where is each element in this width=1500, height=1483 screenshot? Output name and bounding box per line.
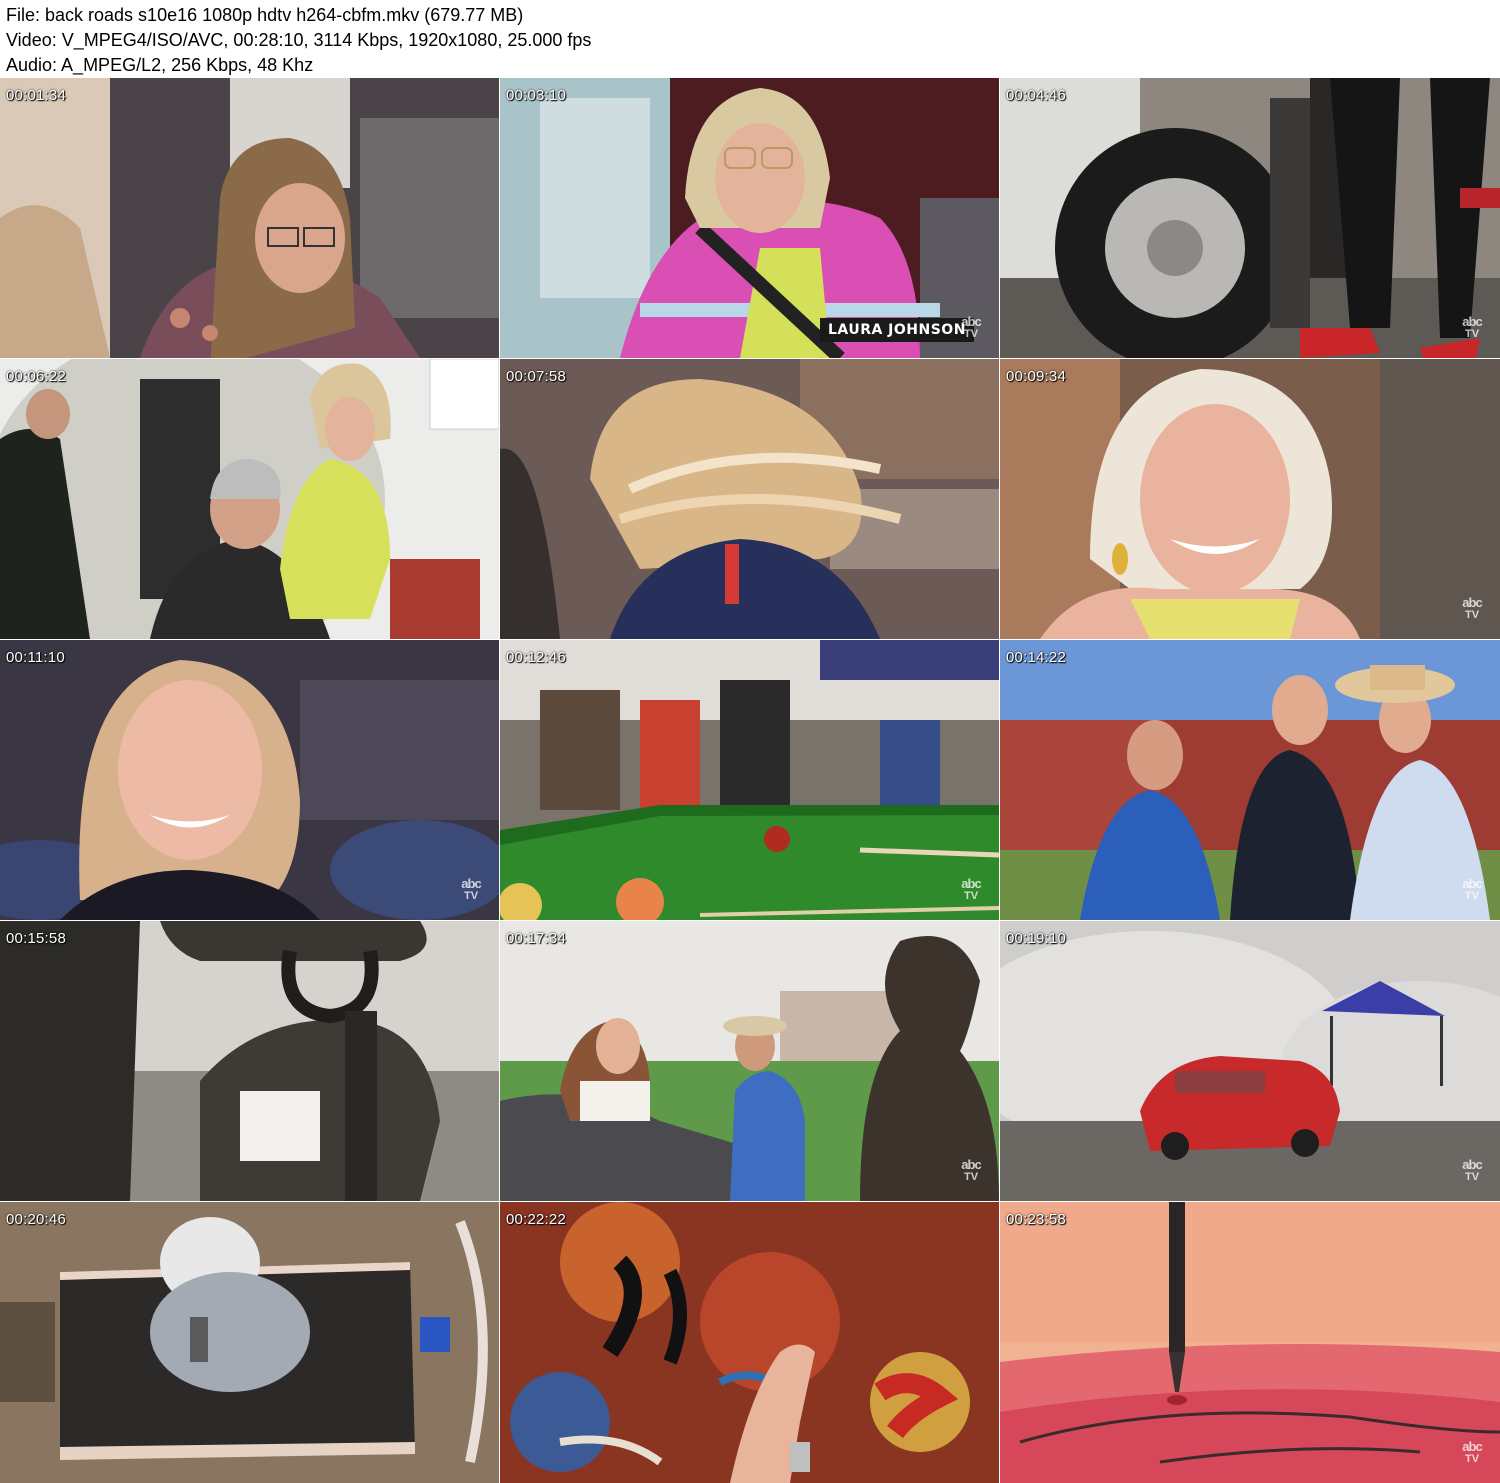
timestamp: 00:14:22 bbox=[1006, 649, 1066, 666]
scene-burnout-car bbox=[1000, 921, 1500, 1201]
scene-statue-horse bbox=[0, 921, 499, 1201]
timestamp: 00:04:46 bbox=[1006, 87, 1066, 104]
scene-smiling-woman bbox=[1000, 359, 1500, 639]
thumbnail-1[interactable]: 00:01:34 bbox=[0, 78, 499, 358]
thumbnail-8[interactable]: 00:12:46 abc TV bbox=[500, 640, 999, 920]
timestamp: 00:09:34 bbox=[1006, 368, 1066, 385]
scene-aerial-burnout-pad bbox=[0, 1202, 499, 1483]
scene-dot-painting bbox=[500, 1202, 999, 1483]
thumbnail-2[interactable]: 00:03:10 LAURA JOHNSON abc TV bbox=[500, 78, 999, 358]
scene-truck-wheel bbox=[1000, 78, 1500, 358]
abc-tv-logo: abc TV bbox=[461, 876, 481, 902]
thumbnail-3[interactable]: 00:04:46 abc TV bbox=[1000, 78, 1500, 358]
thumbnail-6[interactable]: 00:09:34 abc TV bbox=[1000, 359, 1500, 639]
thumbnail-12[interactable]: 00:19:10 abc TV bbox=[1000, 921, 1500, 1201]
scene-pool-table bbox=[500, 640, 999, 920]
scene-barber-mirror bbox=[0, 359, 499, 639]
video-info: Video: V_MPEG4/ISO/AVC, 00:28:10, 3114 K… bbox=[6, 30, 592, 50]
thumbnail-grid: 00:01:34 00:03:10 LAURA JOHNSON abc TV 0… bbox=[0, 78, 1500, 1483]
abc-tv-logo: abc TV bbox=[1462, 595, 1482, 621]
thumbnail-7[interactable]: 00:11:10 abc TV bbox=[0, 640, 499, 920]
scene-truck-driver bbox=[500, 78, 999, 358]
scene-pyrography-tip bbox=[1000, 1202, 1500, 1483]
thumbnail-9[interactable]: 00:14:22 abc TV bbox=[1000, 640, 1500, 920]
timestamp: 00:17:34 bbox=[506, 930, 566, 947]
timestamp: 00:12:46 bbox=[506, 649, 566, 666]
timestamp: 00:20:46 bbox=[6, 1211, 66, 1228]
timestamp: 00:01:34 bbox=[6, 87, 66, 104]
timestamp: 00:07:58 bbox=[506, 368, 566, 385]
scene-park-statue bbox=[500, 921, 999, 1201]
scene-salon-woman bbox=[0, 78, 499, 358]
scene-child-hair bbox=[500, 359, 999, 639]
thumbnail-15[interactable]: 00:23:58 abc TV bbox=[1000, 1202, 1500, 1483]
scene-three-people bbox=[1000, 640, 1500, 920]
thumbnail-5[interactable]: 00:07:58 bbox=[500, 359, 999, 639]
thumbnail-13[interactable]: 00:20:46 bbox=[0, 1202, 499, 1483]
audio-info: Audio: A_MPEG/L2, 256 Kbps, 48 Khz bbox=[6, 55, 314, 75]
timestamp: 00:19:10 bbox=[1006, 930, 1066, 947]
thumbnail-11[interactable]: 00:17:34 abc TV bbox=[500, 921, 999, 1201]
abc-tv-logo: abc TV bbox=[961, 876, 981, 902]
name-caption: LAURA JOHNSON bbox=[820, 318, 974, 342]
abc-tv-logo: abc TV bbox=[961, 1157, 981, 1183]
timestamp: 00:03:10 bbox=[506, 87, 566, 104]
file-info: File: back roads s10e16 1080p hdtv h264-… bbox=[6, 5, 524, 25]
thumbnail-14[interactable]: 00:22:22 bbox=[500, 1202, 999, 1483]
thumbnail-4[interactable]: 00:06:22 bbox=[0, 359, 499, 639]
abc-tv-logo: abc TV bbox=[1462, 1157, 1482, 1183]
timestamp: 00:11:10 bbox=[6, 649, 65, 666]
abc-tv-logo: abc TV bbox=[961, 314, 981, 340]
info-header: File: back roads s10e16 1080p hdtv h264-… bbox=[0, 0, 1500, 78]
abc-tv-logo: abc TV bbox=[1462, 1439, 1482, 1465]
timestamp: 00:22:22 bbox=[506, 1211, 566, 1228]
timestamp: 00:23:58 bbox=[1006, 1211, 1066, 1228]
timestamp: 00:06:22 bbox=[6, 368, 66, 385]
abc-tv-logo: abc TV bbox=[1462, 876, 1482, 902]
thumbnail-10[interactable]: 00:15:58 bbox=[0, 921, 499, 1201]
scene-interview-woman bbox=[0, 640, 499, 920]
abc-tv-logo: abc TV bbox=[1462, 314, 1482, 340]
timestamp: 00:15:58 bbox=[6, 930, 66, 947]
